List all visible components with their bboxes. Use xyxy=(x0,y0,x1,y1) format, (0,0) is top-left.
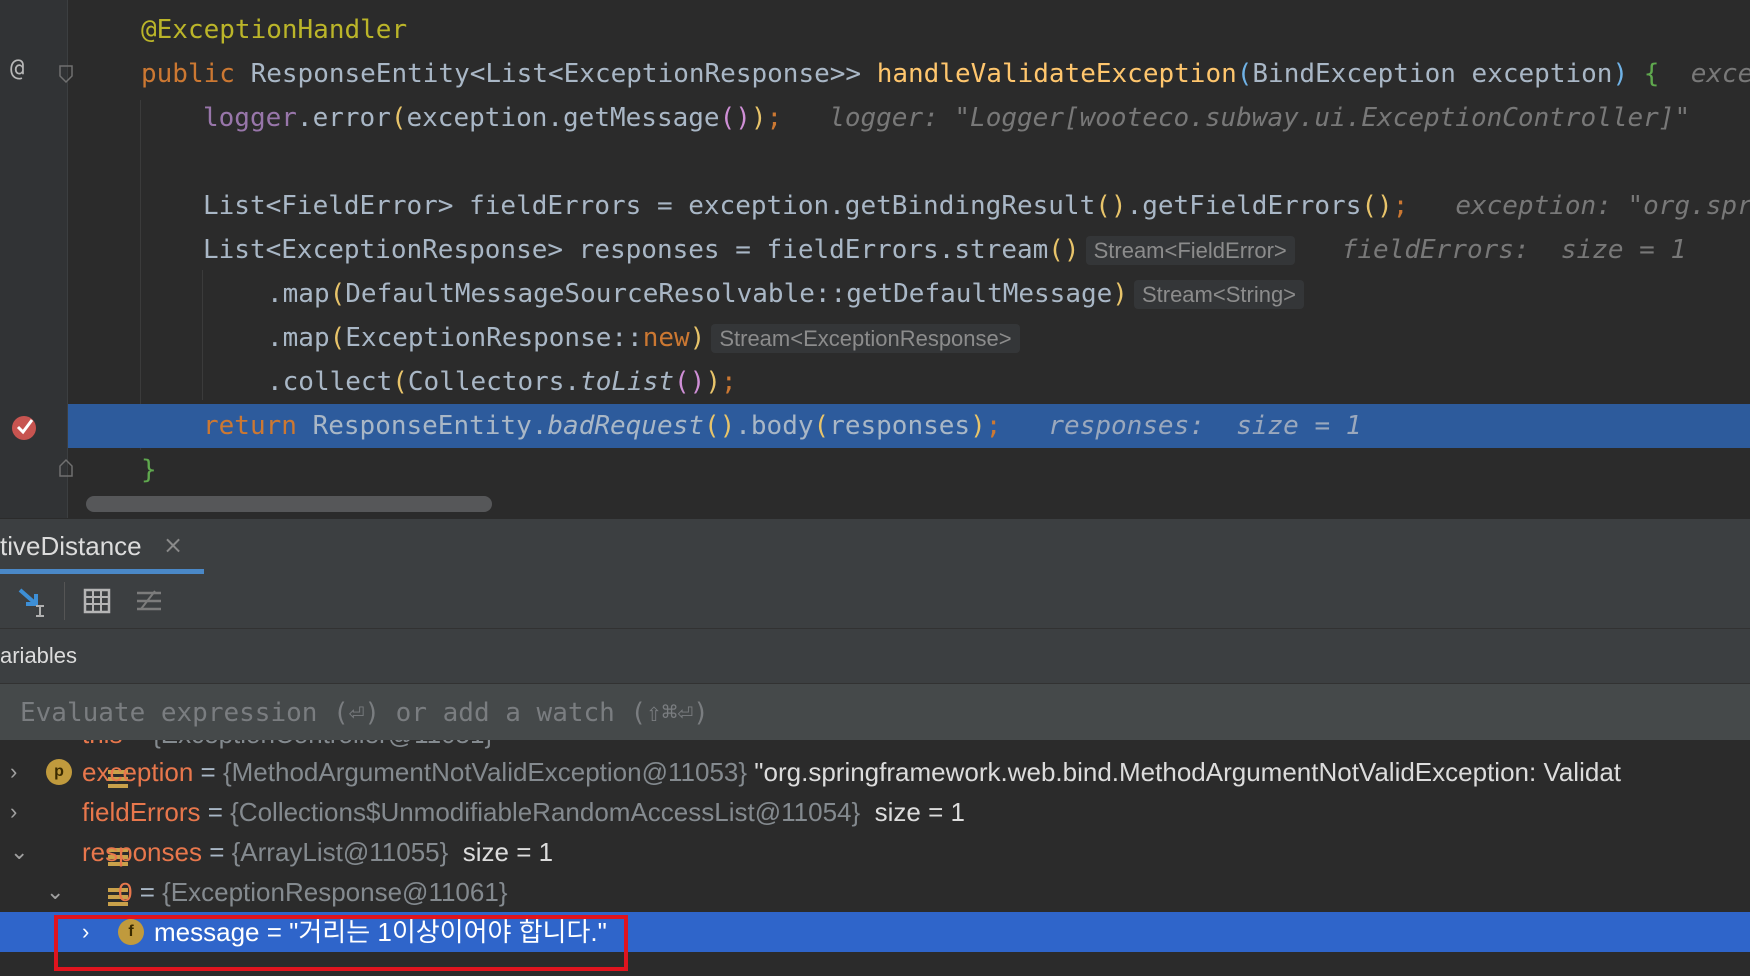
code-editor[interactable]: @ @ExceptionHandler public ResponseEntit… xyxy=(0,0,1750,518)
evaluate-expression-bar[interactable] xyxy=(0,684,1750,741)
variable-ref: {ExceptionResponse@11061} xyxy=(162,877,508,907)
annotation-text: @ExceptionHandler xyxy=(141,15,408,45)
variable-ref: {MethodArgumentNotValidException@11053} xyxy=(222,757,748,787)
code-line-4[interactable]: List<FieldError> fieldErrors = exception… xyxy=(0,184,1750,228)
chevron-right-icon[interactable]: › xyxy=(10,792,17,832)
code-line-7[interactable]: .map(ExceptionResponse::new) Stream<Excep… xyxy=(0,316,1750,360)
code-line-5[interactable]: List<ExceptionResponse> responses = fiel… xyxy=(0,228,1750,272)
inline-hint: fieldErrors: size = 1 xyxy=(1341,235,1687,265)
debug-session-tab[interactable]: tiveDistance × xyxy=(0,519,204,574)
code-line-3[interactable]: logger.error(exception.getMessage()); lo… xyxy=(0,96,1750,140)
execution-line[interactable]: return ResponseEntity.badRequest().body(… xyxy=(68,404,1750,448)
logger-statement: logger.error(exception.getMessage()); lo… xyxy=(203,103,1691,133)
variable-value: size = 1 xyxy=(462,837,554,867)
type-hint-chip: Stream<FieldError> xyxy=(1085,236,1295,265)
variable-ref: {ArrayList@11055} xyxy=(231,837,449,867)
field-errors-statement: List<FieldError> fieldErrors = exception… xyxy=(203,184,1750,228)
variable-value: size = 1 xyxy=(874,797,965,827)
return-statement: return ResponseEntity.badRequest().body(… xyxy=(203,411,1362,441)
variable-name: 0 xyxy=(118,877,133,907)
tree-row-exception[interactable]: › p exception = {MethodArgumentNotValidE… xyxy=(0,752,1750,792)
code-line-1[interactable]: @ExceptionHandler xyxy=(0,8,1750,52)
code-line-8[interactable]: .collect(Collectors.toList()); xyxy=(0,360,1750,404)
chevron-down-icon[interactable]: ⌄ xyxy=(10,832,28,872)
inline-hint: logger: "Logger[wooteco.subway.ui.Except… xyxy=(829,103,1691,133)
collect-call: .collect(Collectors.toList()); xyxy=(267,367,737,397)
variables-title: ariables xyxy=(0,643,78,668)
variable-name: responses xyxy=(82,837,202,867)
type-hint-chip: Stream<ExceptionResponse> xyxy=(711,324,1020,353)
close-icon[interactable]: × xyxy=(163,531,183,559)
parameter-icon: p xyxy=(46,759,72,785)
variable-name: fieldErrors xyxy=(82,797,201,827)
tab-label: tiveDistance xyxy=(0,531,142,561)
code-line-10[interactable]: } xyxy=(0,448,1750,492)
inline-hint: exception: "org.spri xyxy=(1455,191,1750,221)
chevron-right-icon[interactable]: › xyxy=(10,752,17,792)
code-line-6[interactable]: .map(DefaultMessageSourceResolvable::get… xyxy=(0,272,1750,316)
debug-tab-bar: tiveDistance × xyxy=(0,518,1750,575)
debug-toolbar xyxy=(0,574,1750,629)
debug-panel: tiveDistance × ariables › this = {Except… xyxy=(0,518,1750,976)
table-view-icon[interactable] xyxy=(80,584,114,618)
map-call: .map(DefaultMessageSourceResolvable::get… xyxy=(267,272,1305,317)
type-hint-chip: Stream<String> xyxy=(1133,280,1305,309)
variable-ref: {ExceptionController@11051} xyxy=(152,740,493,749)
evaluate-expression-input[interactable] xyxy=(18,692,1722,734)
inline-hint: responses: size = 1 xyxy=(1048,411,1362,441)
variable-ref: {Collections$UnmodifiableRandomAccessLis… xyxy=(230,797,861,827)
map-call: .map(ExceptionResponse::new) Stream<Excep… xyxy=(267,316,1020,361)
settings-list-icon[interactable] xyxy=(132,584,166,618)
tree-row-fielderrors[interactable]: › fieldErrors = {Collections$Unmodifiabl… xyxy=(0,792,1750,866)
variable-name: exception xyxy=(82,757,194,787)
variable-value: "org.springframework.web.bind.MethodArgu… xyxy=(754,757,1622,787)
scrollbar-thumb[interactable] xyxy=(86,496,492,512)
tree-row-responses[interactable]: ⌄ responses = {ArrayList@11055} size = 1 xyxy=(0,832,1750,906)
closing-brace: } xyxy=(141,455,157,485)
tree-row-item-0[interactable]: ⌄ 0 = {ExceptionResponse@11061} xyxy=(0,872,1750,946)
responses-statement: List<ExceptionResponse> responses = fiel… xyxy=(203,235,1687,265)
method-signature: public ResponseEntity<List<ExceptionResp… xyxy=(141,52,1750,96)
variables-header: ariables xyxy=(0,629,1750,684)
code-line-2[interactable]: public ResponseEntity<List<ExceptionResp… xyxy=(0,52,1750,96)
step-into-icon[interactable] xyxy=(16,584,50,618)
highlight-annotation-box xyxy=(54,915,628,971)
chevron-down-icon[interactable]: ⌄ xyxy=(46,872,64,912)
inline-hint: exce xyxy=(1690,59,1750,89)
toolbar-separator xyxy=(64,582,65,620)
variable-name: this xyxy=(82,740,122,749)
